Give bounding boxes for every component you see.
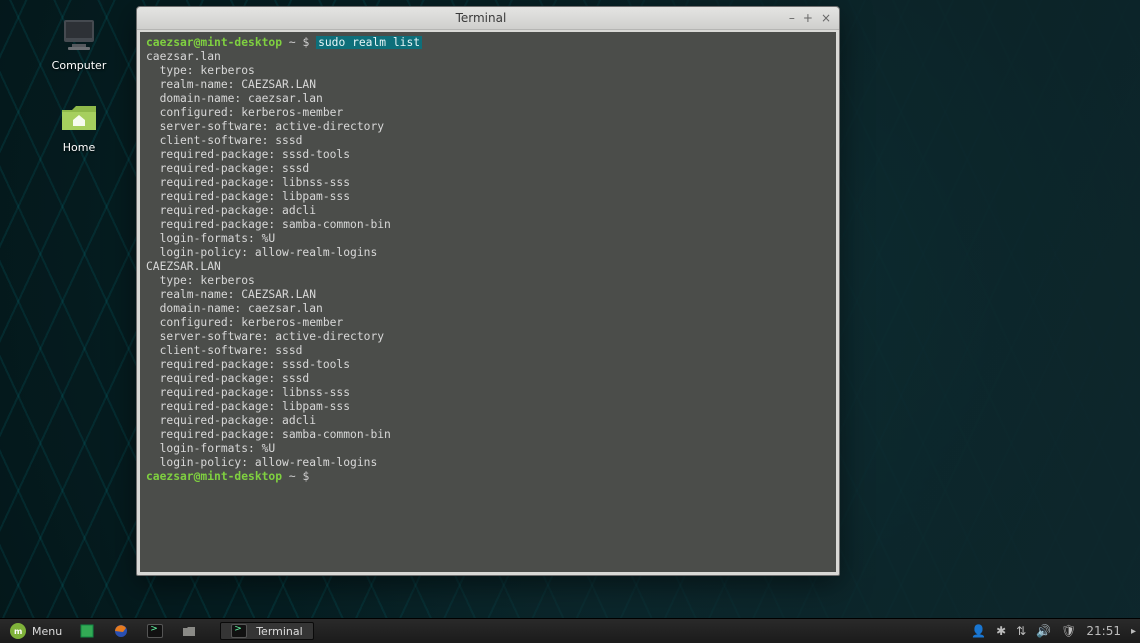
window-minimize-button[interactable]: – — [789, 12, 795, 24]
desktop-icon-label: Computer — [44, 59, 114, 72]
desktop-icon-computer[interactable]: Computer — [44, 14, 114, 72]
window-controls: – + × — [785, 12, 839, 24]
svg-text:m: m — [14, 627, 22, 636]
tray-expand-icon[interactable]: ▸ — [1131, 626, 1136, 637]
terminal-window[interactable]: Terminal – + × caezsar@mint-desktop ~ $ … — [136, 6, 840, 576]
taskbar-item-label: Terminal — [256, 625, 303, 638]
window-title: Terminal — [177, 11, 785, 25]
firefox-launcher[interactable] — [106, 621, 136, 641]
files-launcher[interactable] — [174, 621, 204, 641]
tray-shield-icon[interactable]: 🛡 — [1061, 624, 1076, 638]
terminal-icon — [231, 624, 247, 638]
taskbar: m Menu Terminal 👤 ✱ ⇅ 🔊 🛡 21:51 ▸ — [0, 618, 1140, 643]
tray-volume-icon[interactable]: 🔊 — [1036, 624, 1051, 638]
window-titlebar[interactable]: Terminal – + × — [137, 7, 839, 30]
window-maximize-button[interactable]: + — [803, 12, 813, 24]
desktop-icon-label: Home — [44, 141, 114, 154]
terminal-body[interactable]: caezsar@mint-desktop ~ $ sudo realm list… — [140, 32, 836, 572]
start-menu-button[interactable]: m Menu — [4, 621, 68, 641]
start-menu-label: Menu — [32, 625, 62, 638]
folder-home-icon — [58, 96, 100, 138]
computer-icon — [58, 14, 100, 56]
terminal-icon — [147, 624, 163, 638]
tray-clock[interactable]: 21:51 — [1086, 624, 1121, 638]
tray-bluetooth-icon[interactable]: ✱ — [996, 624, 1006, 638]
window-close-button[interactable]: × — [821, 12, 831, 24]
tray-user-icon[interactable]: 👤 — [971, 624, 986, 638]
show-desktop-button[interactable] — [72, 621, 102, 641]
desktop-icon-home[interactable]: Home — [44, 96, 114, 154]
terminal-launcher[interactable] — [140, 621, 170, 641]
tray-network-icon[interactable]: ⇅ — [1016, 624, 1026, 638]
mint-logo-icon: m — [10, 623, 26, 639]
taskbar-item-terminal[interactable]: Terminal — [220, 622, 314, 640]
system-tray: 👤 ✱ ⇅ 🔊 🛡 21:51 ▸ — [971, 624, 1136, 638]
